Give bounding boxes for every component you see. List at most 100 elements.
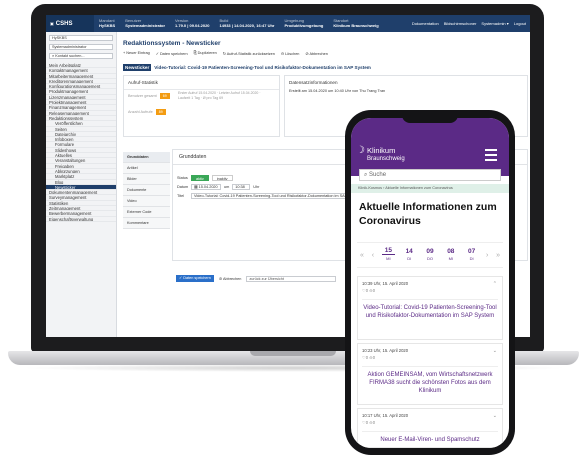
topbar-site: Standort Klinikum Braunschweig <box>333 18 379 28</box>
card-time: 10:23 Uhr, 15. April 2020 <box>362 348 409 353</box>
calendar-icon: ▦ <box>194 185 198 189</box>
stats-users-value: 69 <box>159 93 170 99</box>
sidebar-item[interactable]: Eigenschaftsverwaltung <box>46 217 116 222</box>
menu-icon[interactable] <box>485 149 497 164</box>
save-button[interactable]: ✓ Daten speichern <box>156 51 188 56</box>
delete-button[interactable]: ⊖ Löschen <box>281 51 300 56</box>
card-time: 10:39 Uhr, 15. April 2020 <box>362 281 409 286</box>
klinikum-logo-icon: ☽ <box>356 145 365 156</box>
phone-notch <box>402 114 458 123</box>
title-input[interactable]: Video-Tutorial: Covid-19 Patienten-Scree… <box>191 193 356 199</box>
contact-search-input[interactable]: ⌕ Kontakt suchen... <box>49 53 113 59</box>
status-label: Status <box>177 176 188 180</box>
duplicate-button[interactable]: ⎘ Duplizieren <box>194 51 217 56</box>
logo-text: CSHS <box>55 20 73 27</box>
prev-arrow-icon[interactable]: « <box>360 252 364 259</box>
tab-kommentare[interactable]: Kommentare <box>123 218 170 229</box>
tab-grunddaten[interactable]: Grunddaten <box>123 152 170 163</box>
left-navigation: HySKBS Systemadministrator ⌕ Kontakt suc… <box>46 32 117 337</box>
news-card[interactable]: 10:23 Uhr, 15. April 2020 ♡0 ⊖0 ⌄ Aktion… <box>357 343 503 405</box>
stats-calls-label: Anzahl Aufrufe <box>128 110 153 114</box>
card-reactions: ♡0 ⊖0 <box>362 355 376 360</box>
card-title[interactable]: Neuer E-Mail-Viren- und Spamschutz <box>362 431 498 444</box>
stats-heading: Aufruf-Statistik <box>124 76 279 90</box>
date-input[interactable]: ▦ 15.04.2020 <box>191 184 221 190</box>
laptop-notch <box>250 351 336 356</box>
save-data-button[interactable]: ✓ Daten speichern <box>176 275 214 282</box>
chevron-up-icon[interactable]: ⌃ <box>493 281 497 287</box>
status-active-toggle[interactable]: aktiv <box>191 175 209 181</box>
tab-externer-code[interactable]: Externer Code <box>123 207 170 218</box>
topbar-build: Build 14933 | 14.04.2020, 16:47 Uhr <box>219 18 275 28</box>
date-item[interactable]: 07 DI <box>465 248 478 263</box>
date-label: Datum <box>177 185 189 189</box>
tab-dokumente[interactable]: Dokumente <box>123 185 170 196</box>
user-menu[interactable]: Systemadmin ▾ <box>481 21 508 26</box>
app-logo[interactable]: ▣ CSHS <box>46 15 94 32</box>
search-icon: ⌕ <box>52 54 55 58</box>
card-time: 10:17 Uhr, 15. April 2020 <box>362 413 409 418</box>
logo-icon: ▣ <box>50 21 54 26</box>
screensaver-link[interactable]: Bildschirmschoner <box>444 21 477 26</box>
search-icon: ⌕ <box>364 172 368 178</box>
tab-video[interactable]: Video <box>123 196 170 207</box>
title-label: Titel <box>177 194 185 198</box>
product-mockup: ▣ CSHS Mandant HySKBS Benutzer Systemadmini… <box>0 0 587 457</box>
cancel-button[interactable]: ⊘ Abbrechen <box>305 51 327 56</box>
page-heading: Aktuelle Informationen zum Coronavirus <box>359 201 497 227</box>
record-title: Newsticker Video-Tutorial: Covid-19 Patie… <box>123 63 528 71</box>
back-select[interactable]: zurück zur Übersicht <box>246 275 337 282</box>
topbar-version: Version 1.79.0 | 09.04.2020 <box>175 18 210 28</box>
date-item[interactable]: 15 MI <box>381 247 395 263</box>
record-title-text: Video-Tutorial: Covid-19 Patienten-Scree… <box>154 64 371 70</box>
tab-bilder[interactable]: Bilder <box>123 174 170 185</box>
info-text: Erstellt am 15.04.2020 um 10:40 Uhr von … <box>289 89 386 93</box>
toolbar: + Neuer Eintrag ✓ Daten speichern ⎘ Dupl… <box>123 51 328 56</box>
news-card[interactable]: 10:17 Uhr, 15. April 2020 ♡0 ⊖0 ⌄ Neuer … <box>357 408 503 448</box>
new-entry-button[interactable]: + Neuer Eintrag <box>123 51 150 56</box>
stats-users-label: Benutzer gesamt <box>128 94 157 98</box>
topbar-user: Benutzer Systemadministrator <box>125 18 166 28</box>
next-double-arrow-icon[interactable]: » <box>496 252 500 259</box>
logout-button[interactable]: Logout <box>514 21 526 26</box>
breadcrumb: Klinik-Kosmos › Aktuelle Informationen z… <box>351 184 509 193</box>
card-title[interactable]: Video-Tutorial: Covid-19 Patienten-Scree… <box>362 299 498 320</box>
tabs: Grunddaten Artikel Bilder Dokumente Vide… <box>123 152 170 229</box>
tenant-select[interactable]: HySKBS <box>49 35 113 41</box>
time-separator: um <box>224 185 230 189</box>
topbar-mandant: Mandant HySKBS <box>99 18 116 28</box>
footer-actions: ✓ Daten speichern ⊘ Abbrechen zurück zur… <box>176 275 337 282</box>
tab-artikel[interactable]: Artikel <box>123 163 170 174</box>
chevron-down-icon[interactable]: ⌄ <box>493 348 497 354</box>
abort-button[interactable]: ⊘ Abbrechen <box>219 276 241 281</box>
reset-stats-button[interactable]: ↻ Aufruf-Statistik zurücksetzen <box>223 51 275 56</box>
docs-link[interactable]: Dokumentation <box>412 21 439 26</box>
role-select[interactable]: Systemadministrator <box>49 44 113 50</box>
time-unit: Uhr <box>253 185 260 189</box>
next-arrow-icon[interactable]: › <box>486 252 488 259</box>
info-heading: Datensatzinformationen <box>289 80 338 85</box>
prev-single-arrow-icon[interactable]: ‹ <box>372 252 374 259</box>
card-reactions: ♡0 ⊖0 <box>362 420 376 425</box>
phone-screen: ☽ Klinikum Braunschweig ⌕ Suche Klinik-Ko… <box>351 118 509 448</box>
date-item[interactable]: 14 DI <box>403 248 416 263</box>
time-input[interactable]: 10:38 <box>232 184 251 190</box>
phone-header: ☽ Klinikum Braunschweig <box>351 118 509 176</box>
status-inactive-toggle[interactable]: inaktiv <box>211 175 233 181</box>
stats-calls-value: 89 <box>155 109 166 115</box>
page-title: Redaktionssystem - Newsticker <box>123 40 221 47</box>
card-title[interactable]: Aktion GEMEINSAM, vom Wirtschaftsnetzwer… <box>362 366 498 395</box>
stats-detail: Erster Aufruf 15.04.2020 · Letzter Aufru… <box>178 91 261 100</box>
news-card[interactable]: 10:39 Uhr, 15. April 2020 ♡0 ⊖0 ⌃ Video-… <box>357 276 503 340</box>
stats-panel: Aufruf-Statistik Benutzer gesamt 69 Erste… <box>123 75 280 137</box>
card-reactions: ♡0 ⊖0 <box>362 288 376 293</box>
chevron-down-icon[interactable]: ⌄ <box>493 413 497 419</box>
record-tag: Newsticker <box>123 63 152 71</box>
date-item[interactable]: 08 MI <box>444 248 457 263</box>
topbar-env: Umgebung Produktivumgebung <box>284 18 324 28</box>
top-bar: ▣ CSHS Mandant HySKBS Benutzer Systemadmini… <box>46 15 530 32</box>
klinikum-logo[interactable]: ☽ Klinikum Braunschweig <box>356 146 405 163</box>
phone-search-input[interactable]: ⌕ Suche <box>359 169 501 181</box>
date-item[interactable]: 09 DO <box>424 248 437 263</box>
date-picker: « ‹ 15 MI 14 DI 09 DO 08 MI 07 DI › » <box>357 242 503 268</box>
